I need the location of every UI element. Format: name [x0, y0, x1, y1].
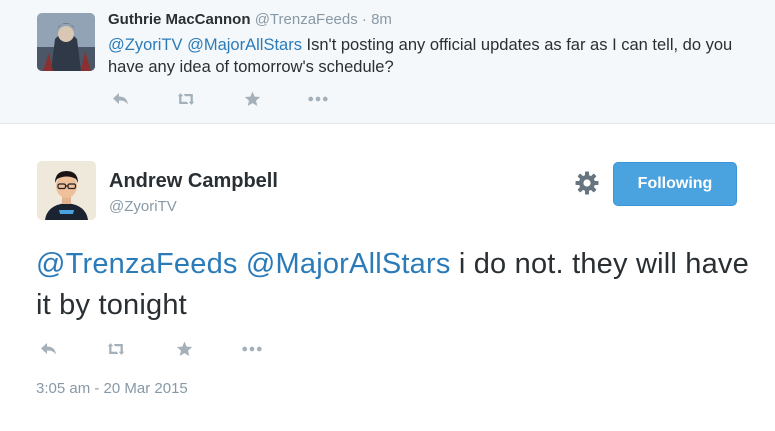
reply-icon[interactable] — [38, 339, 58, 359]
more-icon[interactable] — [308, 89, 328, 109]
retweet-icon[interactable] — [176, 89, 196, 109]
main-tweet-actions — [38, 339, 310, 359]
main-tweet-text: @TrenzaFeeds @MajorAllStars i do not. th… — [36, 244, 756, 326]
parent-tweet-text: @ZyoriTV @MajorAllStars Isn't posting an… — [108, 34, 748, 78]
main-author-avatar[interactable] — [37, 161, 96, 220]
favorite-icon[interactable] — [174, 339, 194, 359]
parent-tweet[interactable]: Guthrie MacCannon @TrenzaFeeds · 8m @Zyo… — [0, 0, 775, 124]
main-author-handle[interactable]: @ZyoriTV — [109, 198, 177, 215]
mention-link[interactable]: @TrenzaFeeds — [36, 248, 238, 280]
mention-link[interactable]: @MajorAllStars — [246, 248, 451, 280]
more-icon[interactable] — [242, 339, 262, 359]
parent-tweet-header: Guthrie MacCannon @TrenzaFeeds · 8m — [108, 11, 392, 28]
main-author-name[interactable]: Andrew Campbell — [109, 170, 278, 193]
tweet-timestamp[interactable]: 3:05 am - 20 Mar 2015 — [36, 380, 188, 397]
parent-tweet-time[interactable]: 8m — [371, 11, 392, 28]
parent-author-name[interactable]: Guthrie MacCannon — [108, 11, 251, 28]
parent-author-handle[interactable]: @TrenzaFeeds — [255, 11, 358, 28]
parent-author-avatar[interactable] — [37, 13, 95, 71]
mention-link[interactable]: @MajorAllStars — [187, 36, 302, 54]
retweet-icon[interactable] — [106, 339, 126, 359]
avatar-image — [37, 13, 95, 71]
reply-icon[interactable] — [110, 89, 130, 109]
favorite-icon[interactable] — [242, 89, 262, 109]
header-separator: · — [361, 11, 367, 28]
parent-tweet-actions — [110, 89, 374, 109]
avatar-image — [37, 161, 96, 220]
gear-icon[interactable] — [574, 170, 600, 196]
mention-link[interactable]: @ZyoriTV — [108, 36, 183, 54]
following-button[interactable]: Following — [613, 162, 737, 206]
